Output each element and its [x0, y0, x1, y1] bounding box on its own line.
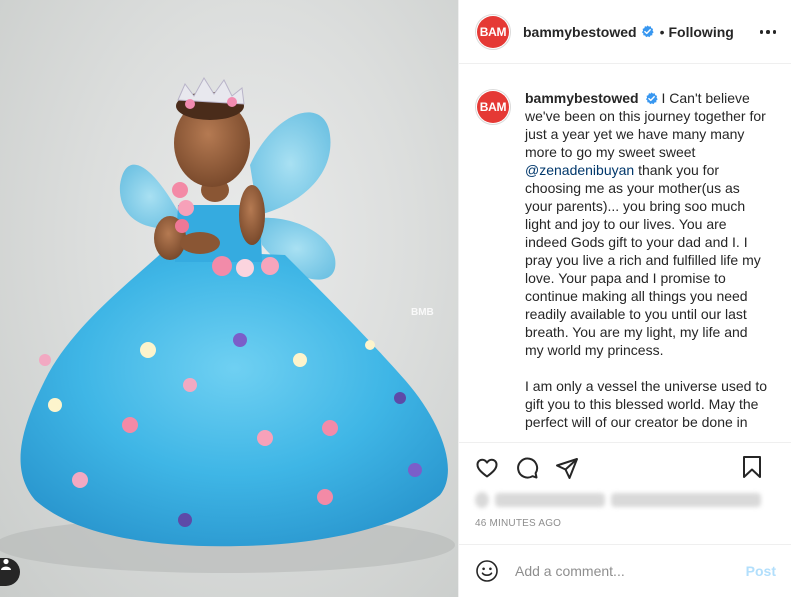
- header-separator: •: [659, 23, 665, 40]
- photo-watermark: BMB: [411, 307, 434, 318]
- post-sidebar: BAM bammybestowed • Following BAM bammyb…: [458, 0, 791, 597]
- post-comment-button[interactable]: Post: [746, 563, 776, 579]
- comment-icon[interactable]: [515, 456, 539, 480]
- avatar-logo: BAM: [477, 15, 509, 48]
- caption-row: BAM bammybestowed I Can't believe we've …: [475, 89, 776, 431]
- smiley-icon[interactable]: [475, 559, 499, 583]
- verified-badge-icon: [645, 92, 658, 105]
- more-dot-icon: [766, 30, 770, 34]
- header-username[interactable]: bammybestowed: [523, 24, 637, 40]
- post-timestamp[interactable]: 46 MINUTES AGO: [475, 518, 561, 529]
- caption-avatar[interactable]: BAM: [475, 89, 511, 125]
- header-avatar[interactable]: BAM: [475, 13, 511, 50]
- post-actions-bar: [459, 442, 791, 492]
- post-photo[interactable]: BMB: [0, 0, 458, 597]
- avatar-text: BAM: [479, 100, 507, 114]
- gown-skirt: [20, 250, 448, 547]
- photo-illustration: BMB: [0, 77, 455, 573]
- following-button[interactable]: Following: [669, 24, 734, 40]
- bookmark-icon[interactable]: [740, 455, 764, 479]
- likes-summary-blurred: [475, 488, 775, 512]
- blurred-likes-text: [495, 493, 605, 507]
- comment-input[interactable]: [515, 563, 746, 579]
- hands: [180, 232, 220, 254]
- heart-icon[interactable]: [475, 456, 499, 480]
- right-arm: [239, 185, 265, 245]
- person-icon: [1, 558, 11, 570]
- caption-scroll-area[interactable]: BAM bammybestowed I Can't believe we've …: [459, 65, 791, 442]
- blurred-avatar: [475, 492, 489, 508]
- blurred-likes-text: [611, 493, 761, 507]
- caption-username[interactable]: bammybestowed: [525, 90, 639, 106]
- header-user-block: bammybestowed • Following: [523, 24, 734, 40]
- more-dot-icon: [772, 30, 777, 34]
- more-dot-icon: [759, 30, 764, 34]
- comment-bar: Post: [459, 544, 791, 597]
- post-header: BAM bammybestowed • Following: [459, 0, 791, 64]
- more-options-button[interactable]: [758, 22, 778, 42]
- paper-plane-icon[interactable]: [555, 456, 579, 480]
- avatar-text: BAM: [479, 24, 507, 39]
- caption-text: bammybestowed I Can't believe we've been…: [525, 89, 770, 431]
- caption-body-part-2: thank you for choosing me as your mother…: [525, 162, 768, 430]
- mention-link[interactable]: @zenadenibuyan: [525, 162, 634, 178]
- avatar-logo: BAM: [477, 91, 509, 123]
- verified-badge-icon: [641, 25, 654, 38]
